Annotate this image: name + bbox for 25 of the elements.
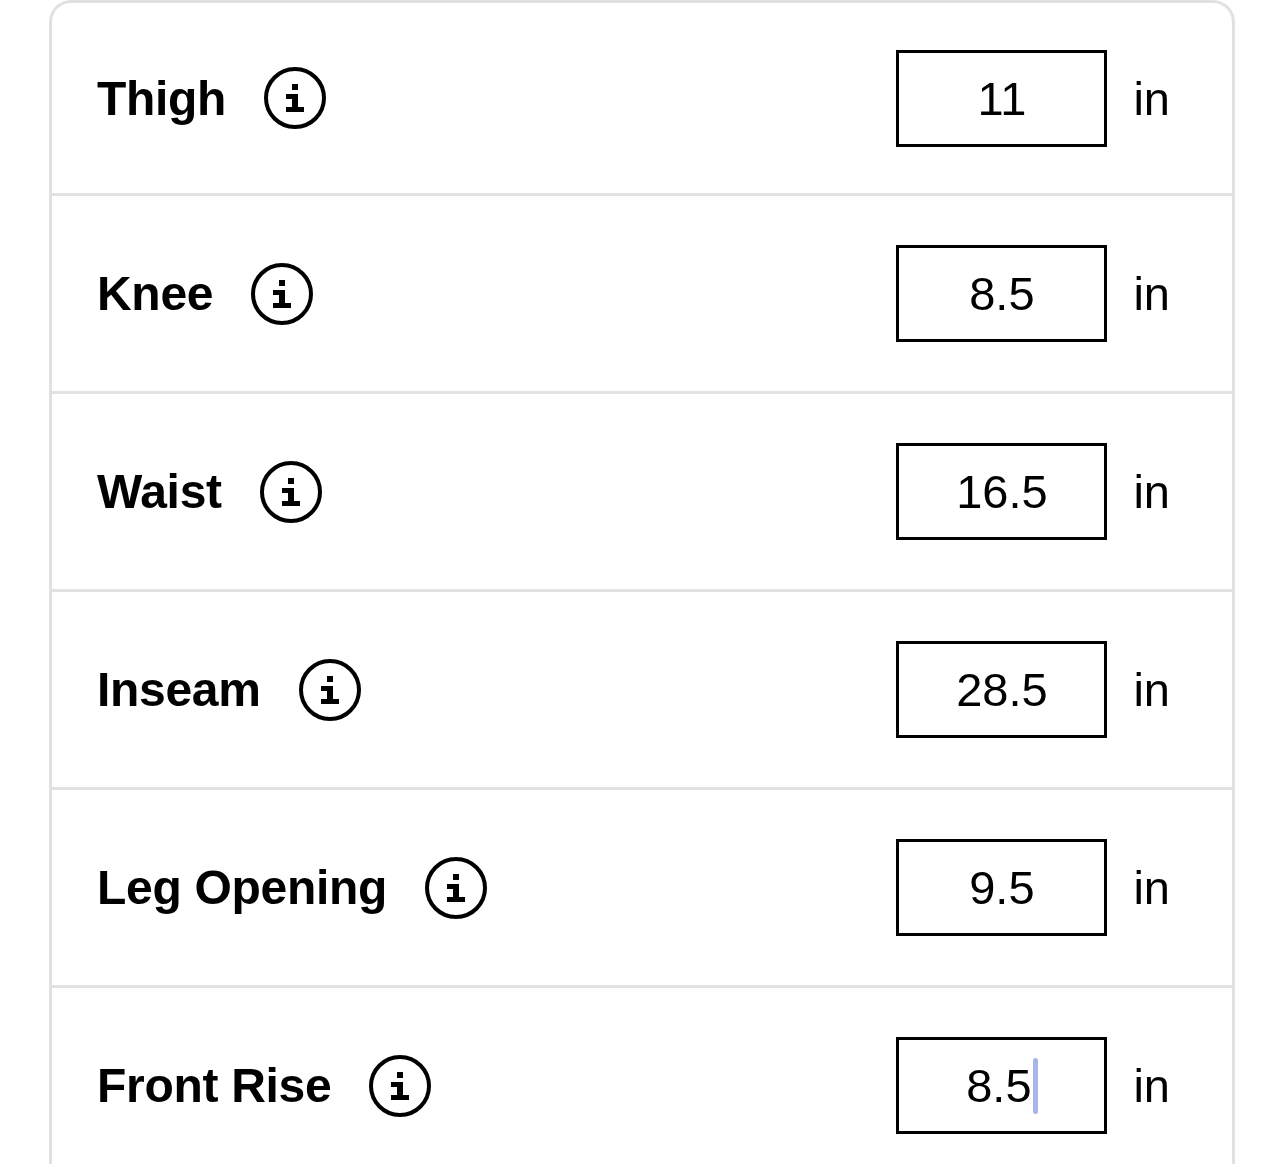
measurement-label: Inseam: [97, 662, 261, 717]
measurement-label: Front Rise: [97, 1058, 332, 1113]
measurement-input[interactable]: 28.5: [896, 641, 1108, 738]
measurement-input[interactable]: 9.5: [896, 839, 1108, 936]
unit-label: in: [1133, 464, 1170, 519]
measurement-input[interactable]: 11: [896, 49, 1108, 147]
measurement-label: Thigh: [97, 70, 227, 126]
info-icon[interactable]: [264, 67, 327, 129]
info-icon[interactable]: [298, 658, 361, 721]
measurement-input[interactable]: 8.5: [896, 1037, 1108, 1134]
unit-label: in: [1133, 860, 1170, 915]
measurement-label: Leg Opening: [97, 860, 388, 915]
measurement-label: Knee: [97, 266, 214, 321]
measurement-label: Waist: [97, 464, 222, 519]
unit-label: in: [1133, 662, 1170, 717]
info-icon[interactable]: [425, 856, 488, 919]
info-icon[interactable]: [369, 1054, 432, 1117]
measurement-input[interactable]: 8.5: [896, 245, 1108, 342]
measurement-input[interactable]: 16.5: [896, 443, 1108, 540]
unit-label: in: [1133, 70, 1170, 126]
info-icon[interactable]: [251, 262, 314, 325]
unit-label: in: [1133, 266, 1170, 321]
text-caret: [1032, 1057, 1038, 1114]
info-icon[interactable]: [259, 460, 322, 523]
unit-label: in: [1133, 1058, 1170, 1113]
